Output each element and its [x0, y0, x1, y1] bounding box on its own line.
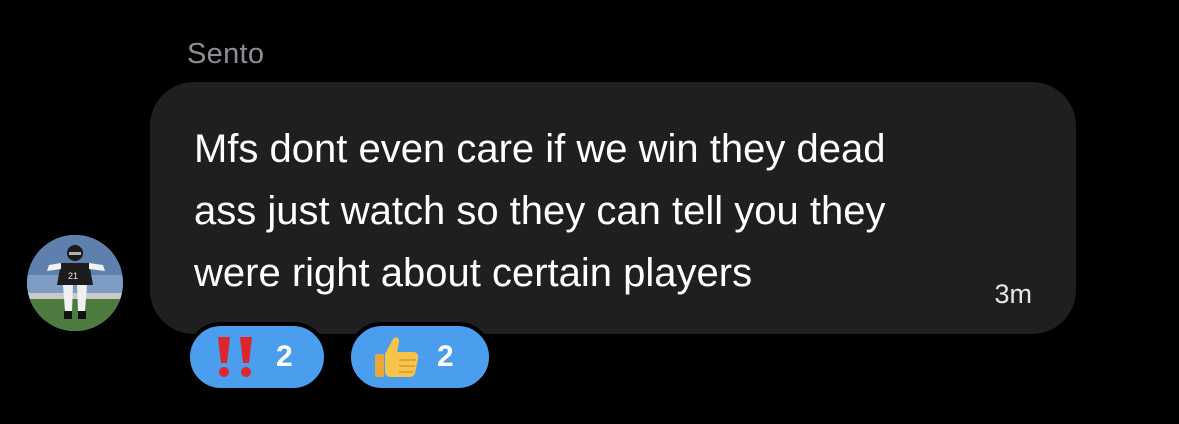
- reaction-count: 2: [437, 340, 454, 373]
- message-bubble[interactable]: Mfs dont even care if we win they dead a…: [150, 82, 1076, 334]
- message-line: ass just watch so they can tell you they: [194, 189, 886, 233]
- message-line: were right about certain players: [194, 251, 753, 295]
- avatar[interactable]: 21: [27, 235, 123, 331]
- message-timestamp: 3m: [994, 279, 1032, 309]
- thumbs-up-icon: [371, 335, 423, 379]
- svg-text:21: 21: [68, 271, 78, 281]
- message-text: Mfs dont even care if we win they dead a…: [194, 118, 1024, 304]
- sender-name: Sento: [187, 38, 265, 70]
- reaction-exclamation[interactable]: 2: [186, 322, 328, 392]
- double-exclamation-icon: [210, 335, 262, 379]
- reaction-count: 2: [276, 340, 293, 373]
- football-player-avatar-icon: 21: [27, 235, 123, 331]
- reaction-thumbs-up[interactable]: 2: [347, 322, 493, 392]
- message-line: Mfs dont even care if we win they dead: [194, 127, 886, 171]
